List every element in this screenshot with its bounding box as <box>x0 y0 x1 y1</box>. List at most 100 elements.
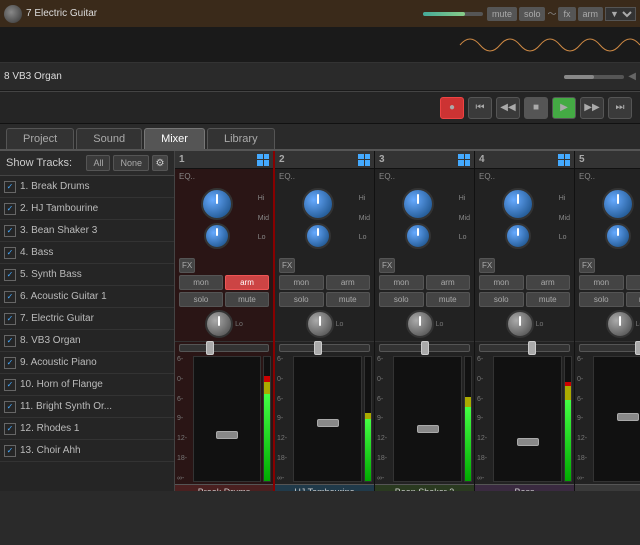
channel-pan-thumb-ch3[interactable] <box>421 341 429 355</box>
track-checkbox[interactable]: ✓ <box>4 247 16 259</box>
fast-forward-button[interactable]: ▶▶ <box>580 97 604 119</box>
tab-project[interactable]: Project <box>6 128 74 149</box>
mon-button-ch2[interactable]: mon <box>279 275 324 290</box>
fader-handle-ch4[interactable] <box>517 438 539 446</box>
skip-forward-button[interactable]: ⏭ <box>608 97 632 119</box>
eq-hi-knob-ch3[interactable] <box>402 188 434 220</box>
track-checkbox[interactable]: ✓ <box>4 269 16 281</box>
mon-button-ch1[interactable]: mon <box>179 275 223 290</box>
track-list-item[interactable]: ✓ 9. Acoustic Piano <box>0 352 174 374</box>
eq-hi-knob-ch1[interactable] <box>201 188 233 220</box>
solo-channel-button-ch3[interactable]: solo <box>379 292 424 307</box>
channel-pan-slider-ch2[interactable] <box>279 344 370 352</box>
tab-mixer[interactable]: Mixer <box>144 128 205 149</box>
track-checkbox[interactable]: ✓ <box>4 313 16 325</box>
solo-channel-button-ch5[interactable]: solo <box>579 292 624 307</box>
track-checkbox[interactable]: ✓ <box>4 401 16 413</box>
track-list-item[interactable]: ✓ 2. HJ Tambourine <box>0 198 174 220</box>
tab-sound[interactable]: Sound <box>76 128 142 149</box>
channel-pan-thumb-ch4[interactable] <box>528 341 536 355</box>
channel-pan-thumb-ch1[interactable] <box>206 341 214 355</box>
track-list-item[interactable]: ✓ 1. Break Drums <box>0 176 174 198</box>
tab-library[interactable]: Library <box>207 128 275 149</box>
track-list-item[interactable]: ✓ 7. Electric Guitar <box>0 308 174 330</box>
mute-channel-button-ch4[interactable]: mute <box>526 292 571 307</box>
track-volume-slider-2[interactable] <box>564 75 624 79</box>
solo-button[interactable]: solo <box>519 7 546 21</box>
pan-knob-ch2[interactable] <box>306 310 334 338</box>
fader-track-ch2[interactable] <box>293 356 362 482</box>
eq-hi-knob-ch2[interactable] <box>302 188 334 220</box>
arm-channel-button-ch1[interactable]: arm <box>225 275 269 290</box>
track-list-item[interactable]: ✓ 10. Horn of Flange <box>0 374 174 396</box>
record-button[interactable]: ● <box>440 97 464 119</box>
arm-channel-button-ch3[interactable]: arm <box>426 275 471 290</box>
rewind-button[interactable]: ◀◀ <box>496 97 520 119</box>
arm-dropdown[interactable]: ▼ <box>605 7 636 21</box>
track-checkbox[interactable]: ✓ <box>4 379 16 391</box>
track-checkbox[interactable]: ✓ <box>4 203 16 215</box>
pan-knob-ch1[interactable] <box>205 310 233 338</box>
channel-grid-icon[interactable] <box>257 154 269 166</box>
track-checkbox[interactable]: ✓ <box>4 445 16 457</box>
eq-mid-knob-ch1[interactable] <box>204 223 230 249</box>
track-checkbox[interactable]: ✓ <box>4 423 16 435</box>
settings-icon[interactable]: ⚙ <box>152 155 168 171</box>
fx-channel-button[interactable]: FX <box>279 258 295 273</box>
mon-button-ch4[interactable]: mon <box>479 275 524 290</box>
track-list-item[interactable]: ✓ 6. Acoustic Guitar 1 <box>0 286 174 308</box>
fader-handle-ch5[interactable] <box>617 413 639 421</box>
eq-mid-knob-ch2[interactable] <box>305 223 331 249</box>
all-button[interactable]: All <box>86 155 110 171</box>
play-button[interactable]: ▶ <box>552 97 576 119</box>
track-list-item[interactable]: ✓ 5. Synth Bass <box>0 264 174 286</box>
stop-button[interactable]: ■ <box>524 97 548 119</box>
channel-grid-icon[interactable] <box>358 154 370 166</box>
track-checkbox[interactable]: ✓ <box>4 335 16 347</box>
track-list-item[interactable]: ✓ 4. Bass <box>0 242 174 264</box>
solo-channel-button-ch2[interactable]: solo <box>279 292 324 307</box>
track-list-item[interactable]: ✓ 13. Choir Ahh <box>0 440 174 462</box>
fader-track-ch1[interactable] <box>193 356 261 482</box>
solo-channel-button-ch4[interactable]: solo <box>479 292 524 307</box>
mute-channel-button-ch2[interactable]: mute <box>326 292 371 307</box>
channel-pan-slider-ch3[interactable] <box>379 344 470 352</box>
fx-channel-button[interactable]: FX <box>479 258 495 273</box>
fader-handle-ch1[interactable] <box>216 431 238 439</box>
track-checkbox[interactable]: ✓ <box>4 357 16 369</box>
pan-knob-ch3[interactable] <box>406 310 434 338</box>
solo-channel-button-ch1[interactable]: solo <box>179 292 223 307</box>
track-checkbox[interactable]: ✓ <box>4 225 16 237</box>
channel-pan-slider-ch4[interactable] <box>479 344 570 352</box>
pan-knob-ch4[interactable] <box>506 310 534 338</box>
track-list-item[interactable]: ✓ 8. VB3 Organ <box>0 330 174 352</box>
mon-button-ch3[interactable]: mon <box>379 275 424 290</box>
track-list-item[interactable]: ✓ 3. Bean Shaker 3 <box>0 220 174 242</box>
fx-channel-button[interactable]: FX <box>179 258 195 273</box>
eq-hi-knob-ch4[interactable] <box>502 188 534 220</box>
channel-pan-thumb-ch5[interactable] <box>635 341 640 355</box>
arm-button[interactable]: arm <box>578 7 604 21</box>
track-volume-slider[interactable] <box>423 12 483 16</box>
arm-channel-button-ch5[interactable]: arm <box>626 275 640 290</box>
track-checkbox[interactable]: ✓ <box>4 291 16 303</box>
mute-channel-button-ch3[interactable]: mute <box>426 292 471 307</box>
channel-grid-icon[interactable] <box>458 154 470 166</box>
none-button[interactable]: None <box>113 155 149 171</box>
mute-channel-button-ch5[interactable]: mute <box>626 292 640 307</box>
mute-button[interactable]: mute <box>487 7 517 21</box>
channel-pan-thumb-ch2[interactable] <box>314 341 322 355</box>
eq-mid-knob-ch4[interactable] <box>505 223 531 249</box>
channel-pan-slider-ch1[interactable] <box>179 344 269 352</box>
eq-mid-knob-ch3[interactable] <box>405 223 431 249</box>
eq-mid-knob-ch5[interactable] <box>605 223 631 249</box>
fader-track-ch5[interactable] <box>593 356 640 482</box>
channel-pan-slider-ch5[interactable] <box>579 344 640 352</box>
arm-channel-button-ch4[interactable]: arm <box>526 275 571 290</box>
fader-track-ch3[interactable] <box>393 356 462 482</box>
fx-channel-button[interactable]: FX <box>579 258 595 273</box>
channel-grid-icon[interactable] <box>558 154 570 166</box>
pan-knob-ch5[interactable] <box>606 310 634 338</box>
fx-channel-button[interactable]: FX <box>379 258 395 273</box>
skip-back-button[interactable]: ⏮ <box>468 97 492 119</box>
